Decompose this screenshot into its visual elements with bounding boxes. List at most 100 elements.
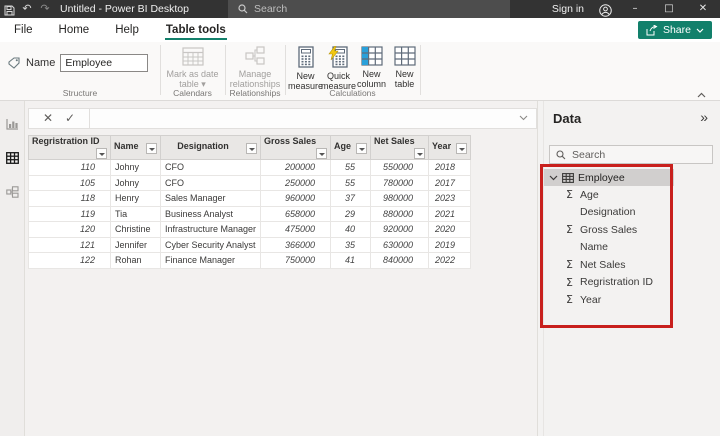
- titlebar-search-input[interactable]: [254, 3, 474, 15]
- cancel-formula-icon[interactable]: ✕: [43, 109, 53, 128]
- table-cell[interactable]: 41: [330, 252, 372, 269]
- column-header-name[interactable]: Name: [110, 135, 161, 160]
- filter-dropdown-icon[interactable]: [456, 143, 468, 154]
- table-cell[interactable]: 110: [28, 159, 111, 176]
- table-cell[interactable]: 37: [330, 190, 372, 207]
- quick-measure-button[interactable]: Quick measure: [321, 46, 356, 91]
- redo-icon[interactable]: ↷: [36, 0, 54, 18]
- table-cell[interactable]: 2023: [428, 190, 472, 207]
- table-cell[interactable]: 40: [330, 221, 372, 238]
- table-cell[interactable]: Henry: [110, 190, 161, 207]
- table-cell[interactable]: 475000: [260, 221, 332, 238]
- field-item-gross-sales[interactable]: Σ Gross Sales: [544, 221, 714, 239]
- table-cell[interactable]: Rohan: [110, 252, 161, 269]
- table-name-input[interactable]: [60, 54, 149, 72]
- collapse-pane-icon[interactable]: »: [700, 109, 708, 125]
- filter-dropdown-icon[interactable]: [316, 148, 328, 159]
- table-cell[interactable]: 120: [28, 221, 111, 238]
- table-cell[interactable]: 780000: [370, 174, 430, 191]
- tab-table-tools[interactable]: Table tools: [164, 21, 227, 40]
- table-cell[interactable]: 2022: [428, 252, 472, 269]
- table-cell[interactable]: Sales Manager: [159, 190, 262, 207]
- share-button[interactable]: Share: [637, 21, 712, 39]
- table-cell[interactable]: 250000: [260, 174, 332, 191]
- table-cell[interactable]: 658000: [260, 205, 332, 222]
- titlebar-search[interactable]: [228, 0, 510, 18]
- column-header-designation[interactable]: Designation: [159, 135, 262, 160]
- table-cell[interactable]: Infrastructure Manager: [159, 221, 262, 238]
- manage-relationships-button[interactable]: Manage relationships: [225, 46, 285, 89]
- table-cell[interactable]: 980000: [370, 190, 430, 207]
- table-cell[interactable]: Johny: [110, 174, 161, 191]
- table-cell[interactable]: 118: [28, 190, 111, 207]
- table-cell[interactable]: 2021: [428, 205, 472, 222]
- report-view-icon[interactable]: [0, 111, 25, 137]
- table-cell[interactable]: Jennifer: [110, 236, 161, 253]
- column-header-gross-sales[interactable]: Gross Sales: [260, 135, 332, 160]
- table-cell[interactable]: 55: [330, 159, 372, 176]
- table-cell[interactable]: 2020: [428, 221, 472, 238]
- undo-icon[interactable]: ↶: [18, 0, 36, 18]
- tree-item-employee-table[interactable]: Employee: [544, 169, 674, 186]
- data-view-icon[interactable]: [0, 145, 25, 171]
- expand-formula-bar-icon[interactable]: [519, 115, 528, 121]
- table-cell[interactable]: 2018: [428, 159, 472, 176]
- collapse-ribbon-button[interactable]: [697, 92, 706, 98]
- filter-dropdown-icon[interactable]: [414, 148, 426, 159]
- field-item-age[interactable]: Σ Age: [544, 186, 714, 204]
- field-item-regristration-id[interactable]: Σ Regristration ID: [544, 274, 714, 292]
- table-cell[interactable]: CFO: [159, 174, 262, 191]
- table-cell[interactable]: 550000: [370, 159, 430, 176]
- column-header-year[interactable]: Year: [428, 135, 472, 160]
- chevron-down-icon[interactable]: [549, 175, 558, 181]
- field-item-net-sales[interactable]: Σ Net Sales: [544, 256, 714, 274]
- table-cell[interactable]: 920000: [370, 221, 430, 238]
- table-cell[interactable]: 122: [28, 252, 111, 269]
- new-table-button[interactable]: New table: [388, 46, 421, 91]
- table-cell[interactable]: 366000: [260, 236, 332, 253]
- table-cell[interactable]: Johny: [110, 159, 161, 176]
- new-measure-button[interactable]: New measure: [288, 46, 323, 91]
- save-icon[interactable]: [0, 2, 18, 16]
- table-cell[interactable]: 750000: [260, 252, 332, 269]
- formula-input[interactable]: [90, 108, 537, 129]
- table-cell[interactable]: 35: [330, 236, 372, 253]
- new-column-button[interactable]: New column: [355, 46, 388, 91]
- table-cell[interactable]: 29: [330, 205, 372, 222]
- menu-item-help[interactable]: Help: [115, 24, 139, 36]
- maximize-button[interactable]: □: [652, 0, 686, 18]
- menu-item-home[interactable]: Home: [59, 24, 90, 36]
- account-icon[interactable]: [592, 2, 618, 17]
- mark-as-date-table-button[interactable]: Mark as date table ▾: [160, 46, 225, 89]
- table-cell[interactable]: 200000: [260, 159, 332, 176]
- table-cell[interactable]: Finance Manager: [159, 252, 262, 269]
- data-pane-search[interactable]: [549, 145, 713, 164]
- table-cell[interactable]: 630000: [370, 236, 430, 253]
- field-item-year[interactable]: Σ Year: [544, 291, 714, 309]
- column-header-regristration-id[interactable]: Regristration ID: [28, 135, 111, 160]
- filter-dropdown-icon[interactable]: [356, 143, 368, 154]
- data-pane-search-input[interactable]: [572, 148, 692, 161]
- column-header-age[interactable]: Age: [330, 135, 372, 160]
- table-cell[interactable]: 105: [28, 174, 111, 191]
- field-item-designation[interactable]: Designation: [544, 204, 714, 222]
- table-cell[interactable]: CFO: [159, 159, 262, 176]
- table-cell[interactable]: 119: [28, 205, 111, 222]
- filter-dropdown-icon[interactable]: [96, 148, 107, 159]
- table-cell[interactable]: Tia: [110, 205, 161, 222]
- table-cell[interactable]: Christine: [110, 221, 161, 238]
- table-cell[interactable]: 960000: [260, 190, 332, 207]
- table-cell[interactable]: 2019: [428, 236, 472, 253]
- table-cell[interactable]: Cyber Security Analyst: [159, 236, 262, 253]
- table-cell[interactable]: 121: [28, 236, 111, 253]
- close-button[interactable]: ✕: [686, 0, 720, 18]
- field-item-name[interactable]: Name: [544, 239, 714, 257]
- commit-formula-icon[interactable]: ✓: [65, 109, 75, 128]
- table-cell[interactable]: 2017: [428, 174, 472, 191]
- table-cell[interactable]: 55: [330, 174, 372, 191]
- sign-in-button[interactable]: Sign in: [552, 3, 584, 15]
- menu-item-file[interactable]: File: [14, 24, 33, 36]
- column-header-net-sales[interactable]: Net Sales: [370, 135, 430, 160]
- table-cell[interactable]: Business Analyst: [159, 205, 262, 222]
- model-view-icon[interactable]: [0, 179, 25, 205]
